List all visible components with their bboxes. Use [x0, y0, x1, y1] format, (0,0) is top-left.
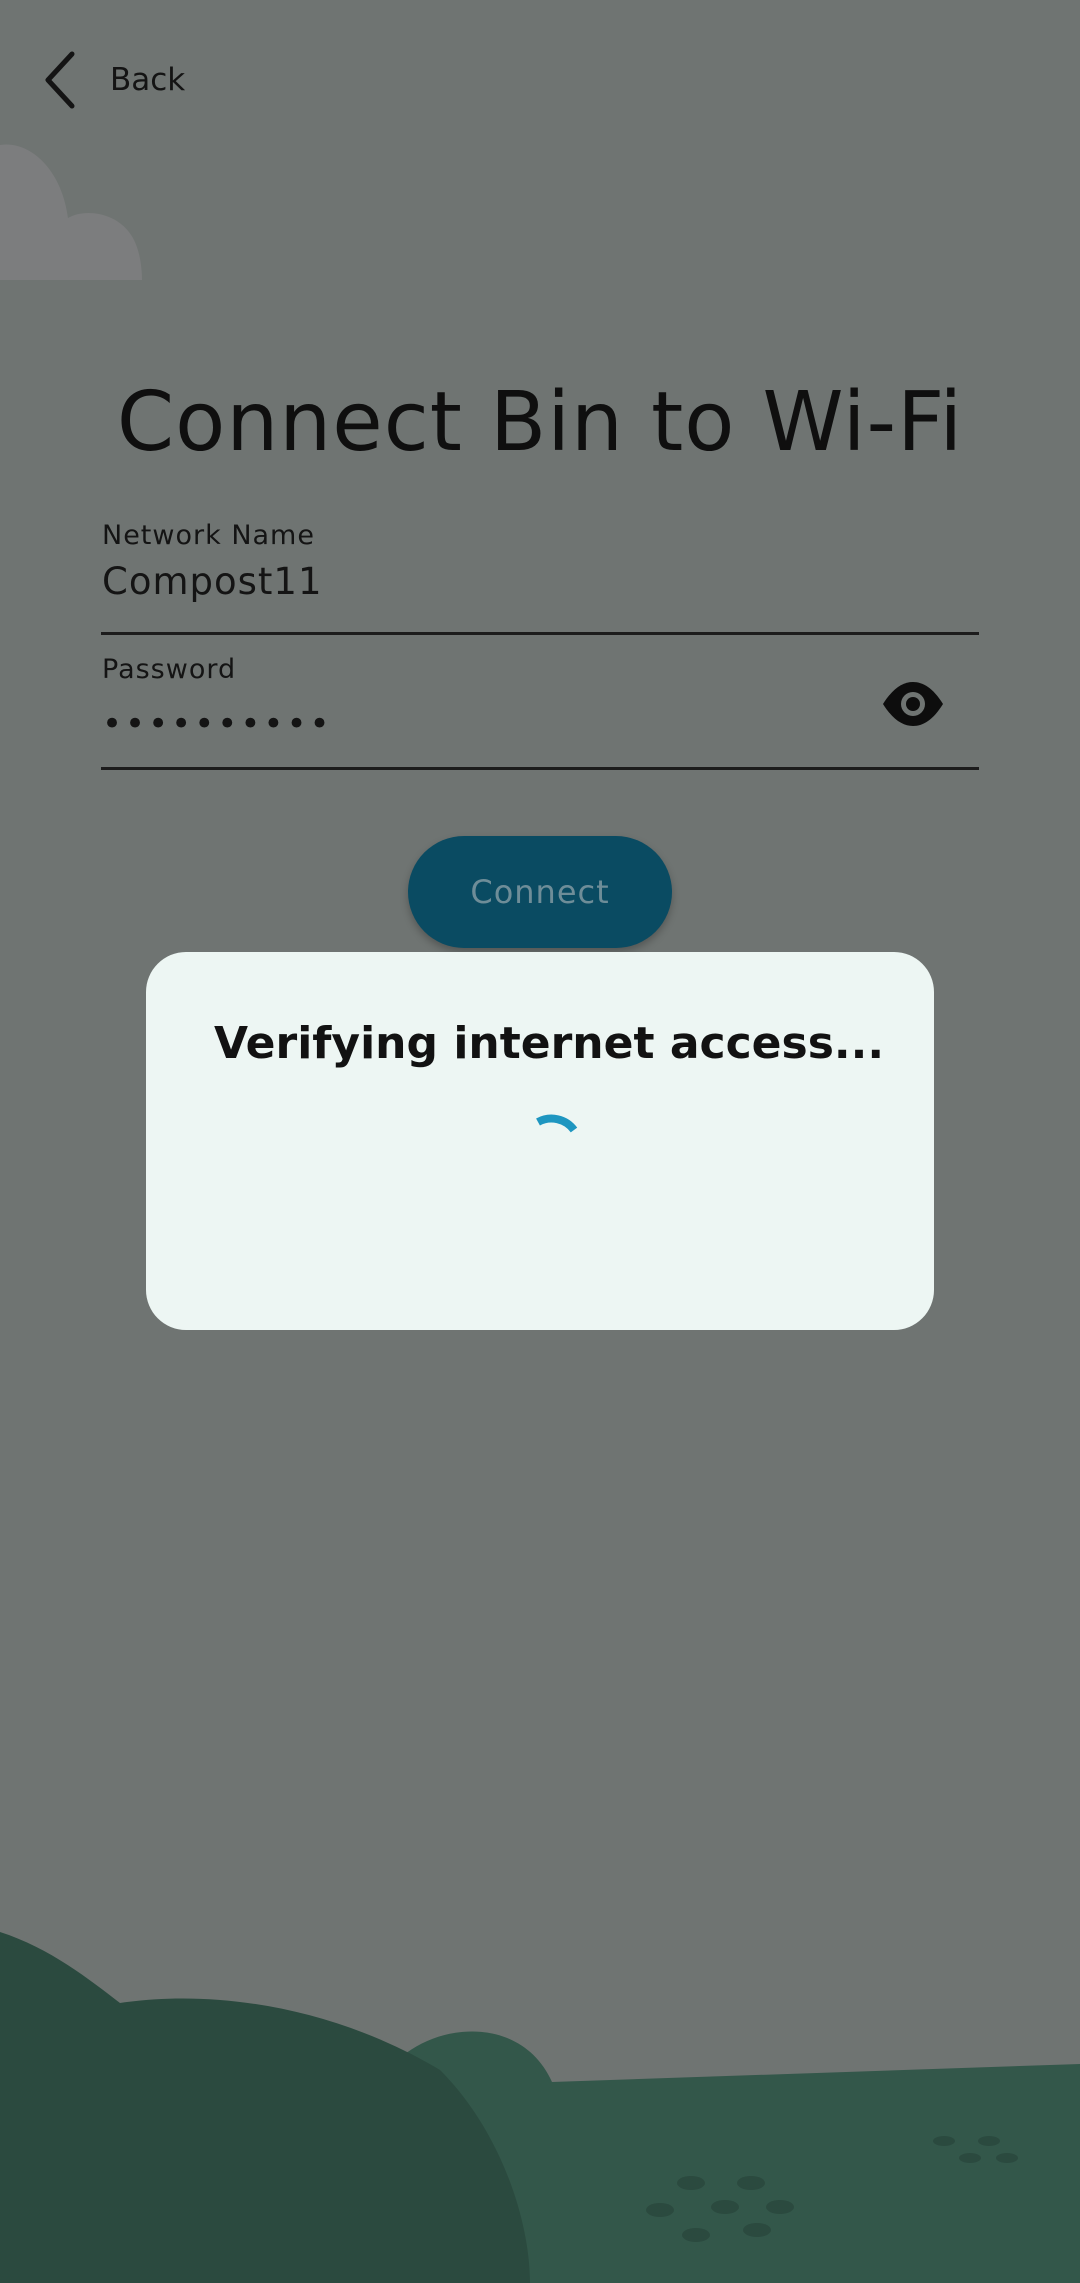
chevron-left-icon [45, 51, 75, 109]
back-button[interactable]: Back [40, 48, 185, 112]
network-name-field[interactable]: Network Name Compost11 [101, 518, 979, 635]
dialog-title: Verifying internet access... [214, 1018, 885, 1069]
cloud-decoration [0, 144, 142, 280]
connect-button[interactable]: Connect [408, 836, 672, 948]
password-value[interactable]: •••••••••• [102, 704, 333, 744]
verifying-dialog: Verifying internet access... [146, 952, 934, 1330]
eye-icon[interactable] [881, 680, 945, 728]
network-name-value[interactable]: Compost11 [102, 560, 323, 603]
password-label: Password [102, 654, 237, 685]
network-name-label: Network Name [102, 520, 315, 551]
hills-decoration [0, 1932, 1080, 2283]
password-field[interactable]: Password •••••••••• [101, 652, 979, 770]
back-label: Back [110, 62, 186, 98]
page-title: Connect Bin to Wi-Fi [116, 375, 964, 470]
loading-spinner-icon [536, 1114, 578, 1133]
screen: Back Connect Bin to Wi-Fi Network Name C… [0, 0, 1080, 2283]
